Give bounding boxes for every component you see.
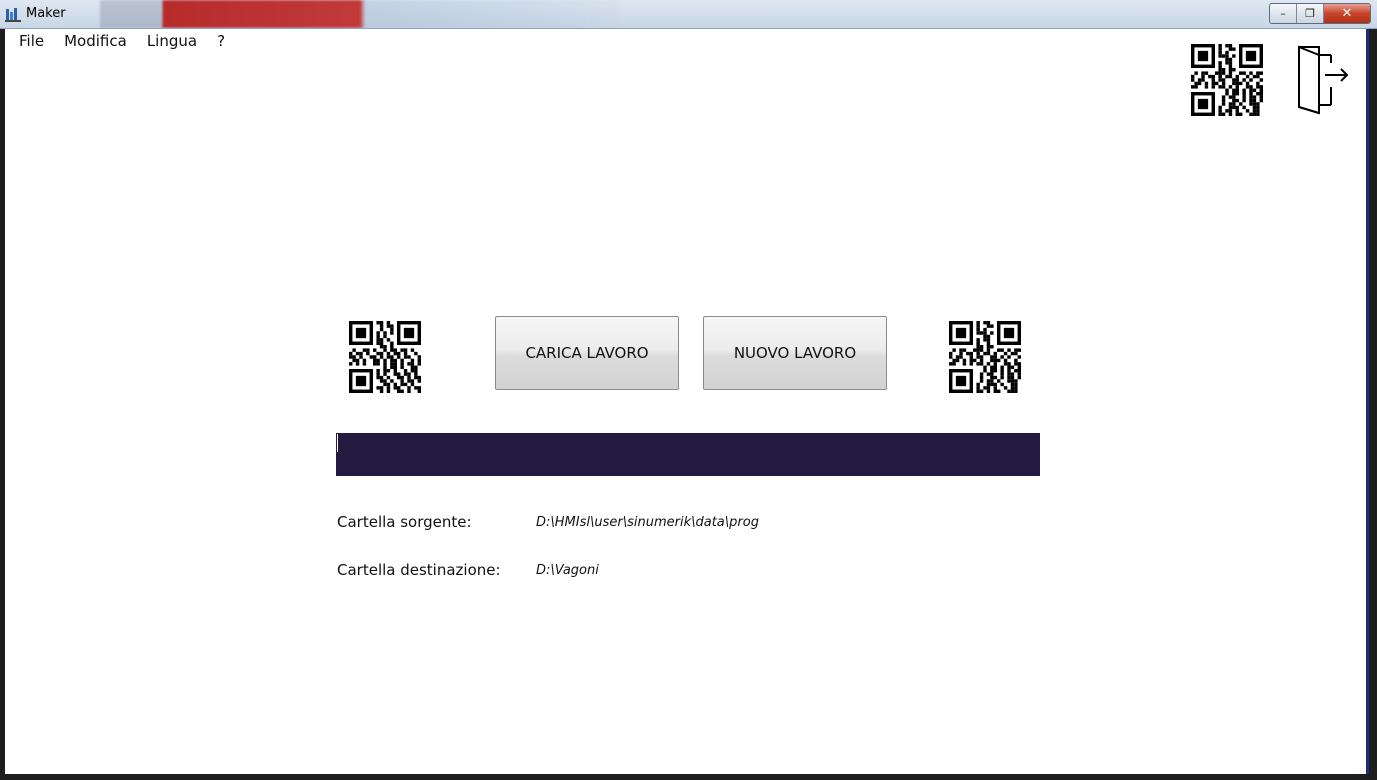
menu-bar: File Modifica Lingua ? — [5, 29, 235, 53]
menu-lingua[interactable]: Lingua — [137, 29, 207, 53]
exit-door-icon[interactable] — [1295, 43, 1349, 115]
background-window-blur — [100, 0, 620, 28]
menu-help[interactable]: ? — [207, 29, 235, 53]
new-job-button[interactable]: NUOVO LAVORO — [703, 316, 887, 390]
window-controls: – ❐ ✕ — [1269, 3, 1371, 24]
scan-input[interactable] — [336, 433, 1040, 476]
source-folder-label: Cartella sorgente: — [337, 513, 472, 531]
window-title: Maker — [26, 6, 66, 21]
close-button[interactable]: ✕ — [1324, 4, 1370, 23]
qr-code-icon[interactable] — [1191, 44, 1263, 116]
text-caret — [337, 434, 338, 452]
app-window: Maker – ❐ ✕ File Modifica Lingua ? CARIC… — [0, 0, 1377, 780]
qr-code-icon — [949, 321, 1021, 393]
destination-folder-label: Cartella destinazione: — [337, 561, 501, 579]
qr-code-icon — [349, 321, 421, 393]
close-icon: ✕ — [1341, 6, 1353, 21]
menu-file[interactable]: File — [5, 29, 54, 53]
title-bar[interactable]: Maker – ❐ ✕ — [0, 0, 1377, 29]
menu-modifica[interactable]: Modifica — [54, 29, 137, 53]
restore-button[interactable]: ❐ — [1297, 4, 1324, 23]
load-job-button[interactable]: CARICA LAVORO — [495, 316, 679, 390]
minimize-button[interactable]: – — [1270, 4, 1297, 23]
destination-folder-path: D:\Vagoni — [536, 563, 599, 578]
minimize-icon: – — [1280, 7, 1286, 20]
main-client-area: File Modifica Lingua ? CARICA LAVORO NUO… — [5, 29, 1369, 774]
window-edge-accent — [1366, 29, 1369, 774]
source-folder-path: D:\HMIsl\user\sinumerik\data\prog — [536, 515, 759, 530]
restore-icon: ❐ — [1305, 7, 1315, 20]
app-icon — [5, 8, 21, 22]
